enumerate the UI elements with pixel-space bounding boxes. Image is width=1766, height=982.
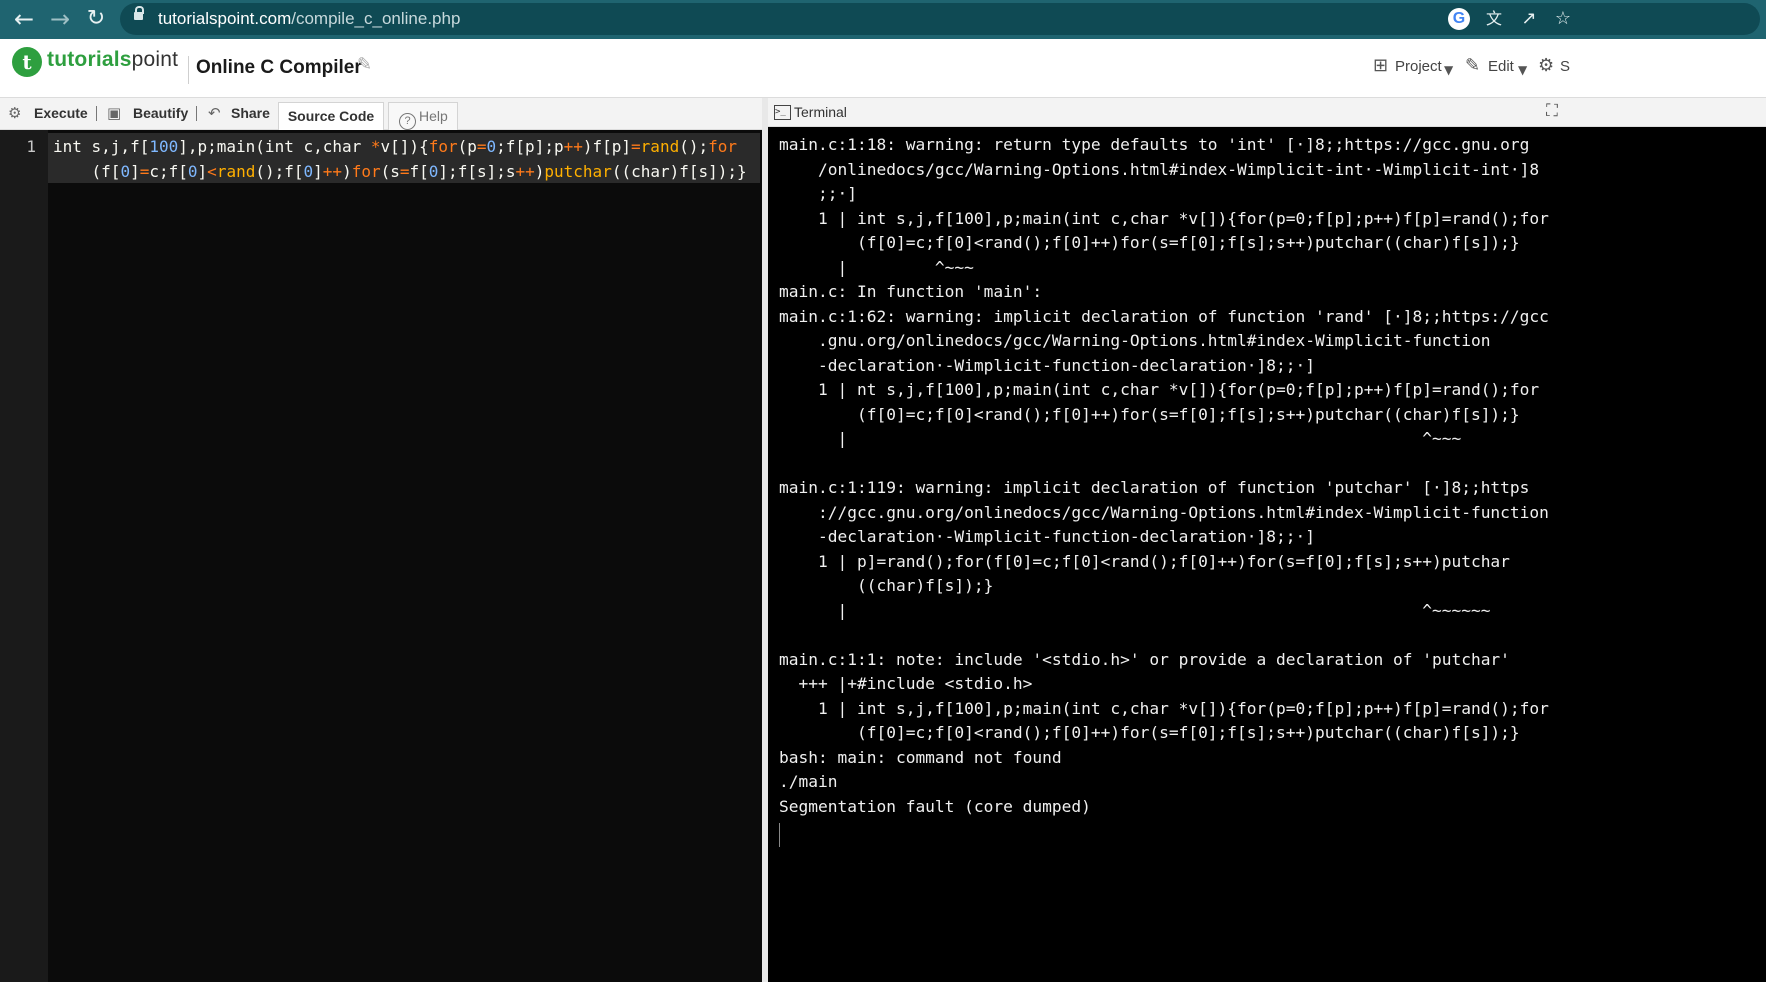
terminal-line: bash: main: command not found — [779, 747, 1062, 767]
logo-text-tutorials: tutorials — [47, 48, 132, 71]
browser-bar: ← → ↻ tutorialspoint.com/compile_c_onlin… — [0, 0, 1766, 39]
terminal-line: main.c:1:62: warning: implicit declarati… — [779, 306, 1549, 326]
share-icon[interactable]: ↶ — [208, 104, 221, 122]
help-label: Help — [419, 108, 448, 124]
url-text[interactable]: tutorialspoint.com/compile_c_online.php — [158, 9, 460, 29]
lock-icon[interactable] — [134, 6, 144, 20]
terminal-line: ((char)f[s]);} — [779, 576, 994, 595]
terminal-line: +++ |+#include <stdio.h> — [779, 674, 1033, 693]
terminal-header: >_ Terminal ⛶ — [768, 98, 1766, 127]
terminal-line: | ^~~~~~~ — [779, 600, 1491, 620]
help-icon: ? — [399, 113, 416, 130]
share-icon[interactable]: ↗ — [1518, 8, 1540, 30]
execute-button[interactable]: Execute — [34, 105, 88, 121]
toolbar-divider — [96, 106, 97, 121]
tab-help[interactable]: ? Help — [388, 102, 458, 130]
expand-icon[interactable]: ⛶ — [1546, 102, 1558, 120]
terminal-line: 1 | p]=rand();for(f[0]=c;f[0]<rand();f[0… — [779, 551, 1510, 571]
header-divider — [188, 56, 189, 84]
terminal-label: Terminal — [794, 104, 847, 120]
project-menu[interactable]: Project — [1395, 58, 1442, 75]
edit-menu[interactable]: Edit — [1488, 58, 1514, 75]
share-button[interactable]: Share — [231, 105, 270, 121]
url-path: /compile_c_online.php — [291, 9, 461, 28]
terminal-line: ;;·] — [779, 184, 857, 203]
terminal-line: /onlinedocs/gcc/Warning-Options.html#ind… — [779, 159, 1540, 179]
terminal-line: .gnu.org/onlinedocs/gcc/Warning-Options.… — [779, 331, 1491, 350]
settings-menu[interactable]: S — [1560, 58, 1570, 75]
terminal-line: 1 | nt s,j,f[100],p;main(int c,char *v[]… — [779, 380, 1540, 399]
star-icon[interactable]: ☆ — [1552, 8, 1574, 30]
reload-icon[interactable]: ↻ — [83, 6, 109, 32]
line-gutter: 1 — [0, 130, 48, 982]
edit-icon[interactable]: ✎ — [1465, 57, 1480, 75]
gear-icon[interactable]: ⚙ — [1538, 57, 1554, 75]
terminal-line: main.c:1:1: note: include '<stdio.h>' or… — [779, 649, 1510, 669]
terminal-line: Segmentation fault (core dumped) — [779, 796, 1091, 816]
line-number: 1 — [26, 137, 36, 156]
terminal-line: -declaration·-Wimplicit-function-declara… — [779, 527, 1316, 546]
chevron-down-icon[interactable]: ▼ — [1518, 61, 1527, 79]
terminal-line: main.c:1:119: warning: implicit declarat… — [779, 478, 1530, 497]
tab-source-code[interactable]: Source Code — [278, 102, 384, 130]
terminal-line: (f[0]=c;f[0]<rand();f[0]++)for(s=f[0];f[… — [779, 233, 1520, 252]
terminal-line: 1 | int s,j,f[100],p;main(int c,char *v[… — [779, 698, 1549, 718]
page-title: Online C Compiler — [196, 57, 362, 78]
terminal-line: | ^~~~ — [779, 257, 974, 277]
code-text[interactable]: int s,j,f[100],p;main(int c,char *v[]){f… — [53, 134, 753, 184]
terminal-line: main.c:1:18: warning: return type defaul… — [779, 135, 1530, 154]
logo-icon[interactable]: t — [12, 47, 42, 77]
code-line-1a: int s,j,f[100],p;main(int c,char *v[]){f… — [53, 137, 738, 156]
project-grid-icon[interactable]: ⊞ — [1373, 57, 1388, 75]
url-host: tutorialspoint.com — [158, 9, 292, 28]
terminal-output[interactable]: main.c:1:18: warning: return type defaul… — [768, 127, 1766, 982]
terminal-line: -declaration·-Wimplicit-function-declara… — [779, 355, 1316, 375]
terminal-line: main.c: In function 'main': — [779, 282, 1043, 301]
terminal-line: ://gcc.gnu.org/onlinedocs/gcc/Warning-Op… — [779, 502, 1549, 522]
terminal-line: | ^~~~ — [779, 429, 1462, 448]
app-header: t tutorialspoint Online C Compiler ✎ ⊞ P… — [0, 39, 1766, 98]
forward-icon[interactable]: → — [47, 6, 73, 32]
beautify-button[interactable]: Beautify — [133, 105, 188, 121]
code-editor[interactable]: 1 int s,j,f[100],p;main(int c,char *v[])… — [0, 130, 762, 982]
code-line-1b: (f[0]=c;f[0]<rand();f[0]++)for(s=f[0];f[… — [53, 162, 747, 181]
back-icon[interactable]: ← — [11, 6, 37, 32]
edit-title-icon[interactable]: ✎ — [357, 56, 375, 74]
terminal-lines: main.c:1:18: warning: return type defaul… — [779, 133, 1549, 819]
google-icon[interactable]: G — [1448, 8, 1470, 30]
terminal-line: (f[0]=c;f[0]<rand();f[0]++)for(s=f[0];f[… — [779, 404, 1520, 424]
toolbar-divider — [196, 106, 197, 121]
chevron-down-icon[interactable]: ▼ — [1444, 61, 1453, 79]
terminal-cursor — [779, 823, 780, 847]
beautify-icon[interactable]: ▣ — [107, 104, 121, 122]
translate-icon[interactable]: 文 — [1483, 8, 1505, 30]
terminal-line: 1 | int s,j,f[100],p;main(int c,char *v[… — [779, 208, 1549, 228]
logo-text[interactable]: tutorialspoint — [47, 48, 178, 72]
logo-text-point: point — [131, 48, 179, 71]
terminal-line: (f[0]=c;f[0]<rand();f[0]++)for(s=f[0];f[… — [779, 723, 1520, 742]
execute-icon[interactable]: ⚙ — [8, 104, 21, 122]
terminal-line: ./main — [779, 772, 838, 791]
terminal-icon: >_ — [774, 105, 791, 120]
